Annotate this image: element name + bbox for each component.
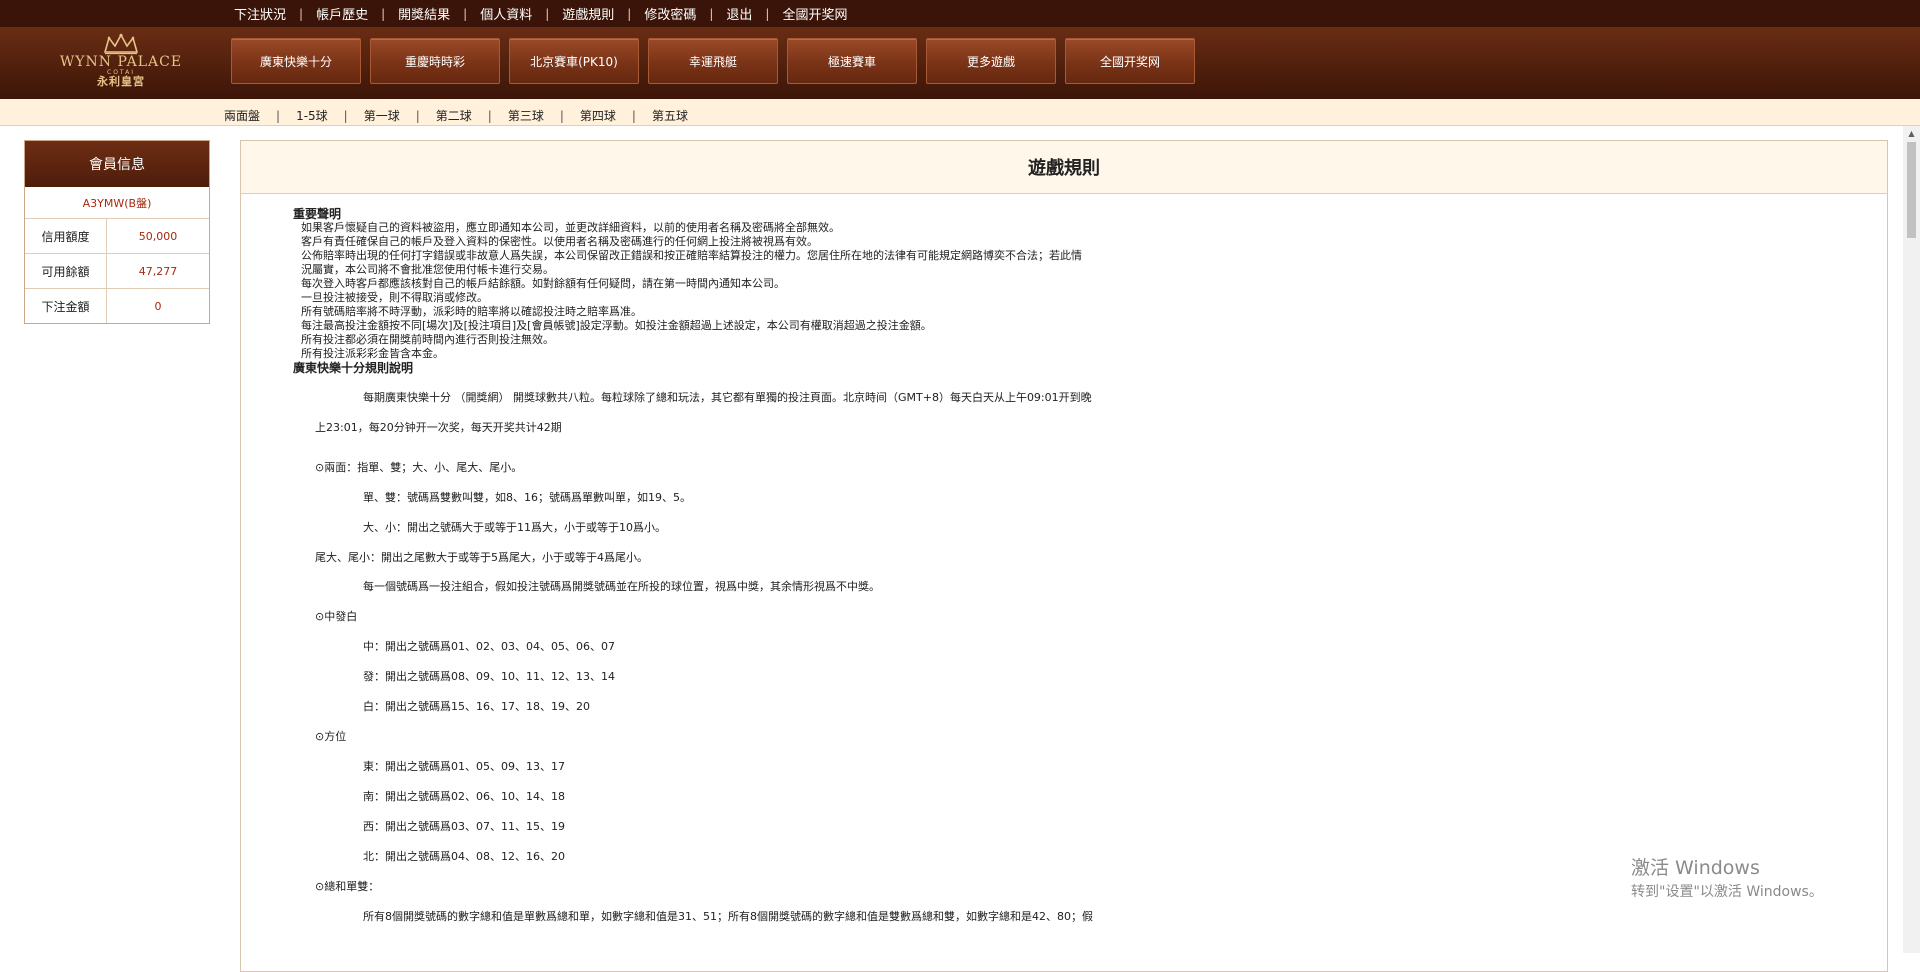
zfb-fa: 發：開出之號碼爲08、09、10、11、12、13、14 [363,670,615,683]
top-nav-logout[interactable]: 退出 [726,4,752,23]
logo-name-en: WYNN PALACE [59,54,183,70]
top-nav-change-password[interactable]: 修改密碼 [644,4,696,23]
crown-icon [103,33,139,55]
notice-line: 所有投注都必須在開獎前時間內進行否則投注無效。 [301,333,554,346]
member-row-available-balance: 可用餘額 47,277 [25,254,209,289]
direction-east: 東：開出之號碼爲01、05、09、13、17 [363,760,565,773]
zfb-title: ⊙中發白 [315,610,358,623]
member-row-label: 可用餘額 [25,254,107,288]
zfb-bai: 白：開出之號碼爲15、16、17、18、19、20 [363,700,590,713]
notice-line: 所有號碼賠率將不時浮動，派彩時的賠率將以確認投注時之賠率爲准。 [301,305,642,318]
notice-title: 重要聲明 [293,207,342,221]
sub-nav-two-sides[interactable]: 兩面盤 [224,107,260,124]
member-row-label: 下注金額 [25,289,107,323]
sub-nav-bar: 兩面盤 | 1-5球 | 第一球 | 第二球 | 第三球 | 第四球 | 第五球 [0,99,1920,126]
top-nav-draw-results[interactable]: 開獎結果 [398,4,450,23]
notice-line: 客戶有責任確保自己的帳戶及登入資料的保密性。以使用者名稱及密碼進行的任何網上投注… [301,235,818,248]
sum-odd-even-rule: 所有8個開獎號碼的數字總和值是單數爲總和單，如數字總和值是31、51；所有8個開… [363,910,1093,923]
top-nav-bar: 下注狀況 | 帳戶歷史 | 開獎結果 | 個人資料 | 遊戲規則 | 修改密碼 | 退出 | … [0,0,1920,27]
tail-rule: 尾大、尾小：開出之尾數大于或等于5爲尾大，小于或等于4爲尾小。 [315,551,648,564]
notice-line: 每注最高投注金額按不同[場次]及[投注項目]及[會員帳號]設定浮動。如投注金額超… [301,319,932,332]
game-rule-title: 廣東快樂十分規則說明 [293,361,414,375]
direction-south: 南：開出之號碼爲02、06、10、14、18 [363,790,565,803]
windows-activation-watermark: 激活 Windows 转到"设置"以激活 Windows。 [1631,856,1823,901]
member-row-value: 47,277 [138,264,178,278]
logo[interactable]: WYNN PALACE COTAI 永利皇宮 [56,33,186,95]
rule-intro-line-2: 上23:01，每20分钟开一次奖，每天开奖共计42期 [315,421,562,434]
notice-line: 每次登入時客戶都應該核對自己的帳戶結餘額。如對餘額有任何疑問，請在第一時間內通知… [301,277,785,290]
notice-line: 況屬實，本公司將不會批准您使用付帳卡進行交易。 [301,263,554,276]
game-rules-title: 遊戲規則 [241,141,1887,194]
top-nav-profile[interactable]: 個人資料 [480,4,532,23]
watermark-line-1: 激活 Windows [1631,857,1760,879]
game-tabs: 廣東快樂十分 重慶時時彩 北京賽車(PK10) 幸運飛艇 極速賽車 更多遊戲 全… [231,38,1204,84]
member-row-value: 50,000 [138,229,178,243]
top-nav-links: 下注狀況 | 帳戶歷史 | 開獎結果 | 個人資料 | 遊戲規則 | 修改密碼 | 退出 | … [234,0,847,27]
combo-note: 每一個號碼爲一投注組合，假如投注號碼爲開獎號碼並在所投的球位置，視爲中獎，其余情… [363,580,880,593]
zfb-zhong: 中：開出之號碼爲01、02、03、04、05、06、07 [363,640,615,653]
big-small-rule: 大、小：開出之號碼大于或等于11爲大，小于或等于10爲小。 [363,521,666,534]
top-nav-national-lottery[interactable]: 全國开奖网 [782,4,847,23]
game-tab-beijing-pk10[interactable]: 北京賽車(PK10) [509,38,639,84]
two-sides-title: ⊙兩面：指單、雙；大、小、尾大、尾小。 [315,461,523,474]
direction-north: 北：開出之號碼爲04、08、12、16、20 [363,850,565,863]
odd-even-rule: 單、雙：號碼爲雙數叫雙，如8、16；號碼爲單數叫單，如19、5。 [363,491,691,504]
game-rules-panel: 遊戲規則 重要聲明 如果客戶懷疑自己的資料被盜用，應立即通知本公司，並更改詳細資… [240,140,1888,972]
member-row-label: 信用額度 [25,219,107,253]
scroll-up-icon[interactable]: ▲ [1903,126,1920,142]
sub-nav-ball-1[interactable]: 第一球 [364,107,400,124]
notice-line: 一旦投注被接受，則不得取消或修改。 [301,291,488,304]
member-row-value: 0 [154,299,162,313]
vertical-scrollbar[interactable]: ▲ [1903,126,1920,953]
rule-intro-line-1: 每期廣東快樂十分 （開獎網） 開獎球數共八粒。每粒球除了總和玩法，其它都有單獨的… [363,391,1092,404]
game-tab-guangdong-happy-ten[interactable]: 廣東快樂十分 [231,38,361,84]
member-info-title: 會員信息 [25,141,209,187]
game-tab-lucky-airship[interactable]: 幸運飛艇 [648,38,778,84]
game-tab-national-lottery[interactable]: 全國开奖网 [1065,38,1195,84]
game-rules-body: 重要聲明 如果客戶懷疑自己的資料被盜用，應立即通知本公司，並更改詳細資料，以前的… [293,207,1393,971]
top-nav-bet-status[interactable]: 下注狀況 [234,4,286,23]
notice-line: 如果客戶懷疑自己的資料被盜用，應立即通知本公司，並更改詳細資料，以前的使用者名稱… [301,221,840,234]
scrollbar-thumb[interactable] [1907,142,1916,238]
logo-name-cn: 永利皇宮 [97,75,145,88]
main-header: WYNN PALACE COTAI 永利皇宮 廣東快樂十分 重慶時時彩 北京賽車… [0,27,1920,99]
sub-nav-ball-4[interactable]: 第四球 [580,107,616,124]
game-tab-speed-racing[interactable]: 極速賽車 [787,38,917,84]
game-tab-more-games[interactable]: 更多遊戲 [926,38,1056,84]
game-tab-chongqing-ssc[interactable]: 重慶時時彩 [370,38,500,84]
sum-odd-even-title: ⊙總和單雙： [315,880,380,893]
top-nav-account-history[interactable]: 帳戶歷史 [316,4,368,23]
notice-list: 如果客戶懷疑自己的資料被盜用，應立即通知本公司，並更改詳細資料，以前的使用者名稱… [293,221,1393,361]
sub-nav-balls-1-5[interactable]: 1-5球 [296,107,328,124]
notice-line: 公佈賠率時出現的任何打字錯誤或非故意人爲失誤，本公司保留改正錯誤和按正確賠率結算… [301,249,1082,262]
sub-nav-ball-2[interactable]: 第二球 [436,107,472,124]
member-row-credit-limit: 信用額度 50,000 [25,219,209,254]
rule-details: 每期廣東快樂十分 （開獎網） 開獎球數共八粒。每粒球除了總和玩法，其它都有單獨的… [293,375,1393,971]
direction-title: ⊙方位 [315,730,347,743]
direction-west: 西：開出之號碼爲03、07、11、15、19 [363,820,565,833]
member-account: A3YMW(B盤) [25,187,209,219]
sub-nav-links: 兩面盤 | 1-5球 | 第一球 | 第二球 | 第三球 | 第四球 | 第五球 [224,107,688,124]
member-info-panel: 會員信息 A3YMW(B盤) 信用額度 50,000 可用餘額 47,277 下… [24,140,210,324]
member-row-bet-amount: 下注金額 0 [25,289,209,323]
top-nav-game-rules[interactable]: 遊戲規則 [562,4,614,23]
watermark-line-2: 转到"设置"以激活 Windows。 [1631,884,1823,900]
sub-nav-ball-5[interactable]: 第五球 [652,107,688,124]
sub-nav-ball-3[interactable]: 第三球 [508,107,544,124]
notice-line: 所有投注派彩彩金皆含本金。 [301,347,444,360]
